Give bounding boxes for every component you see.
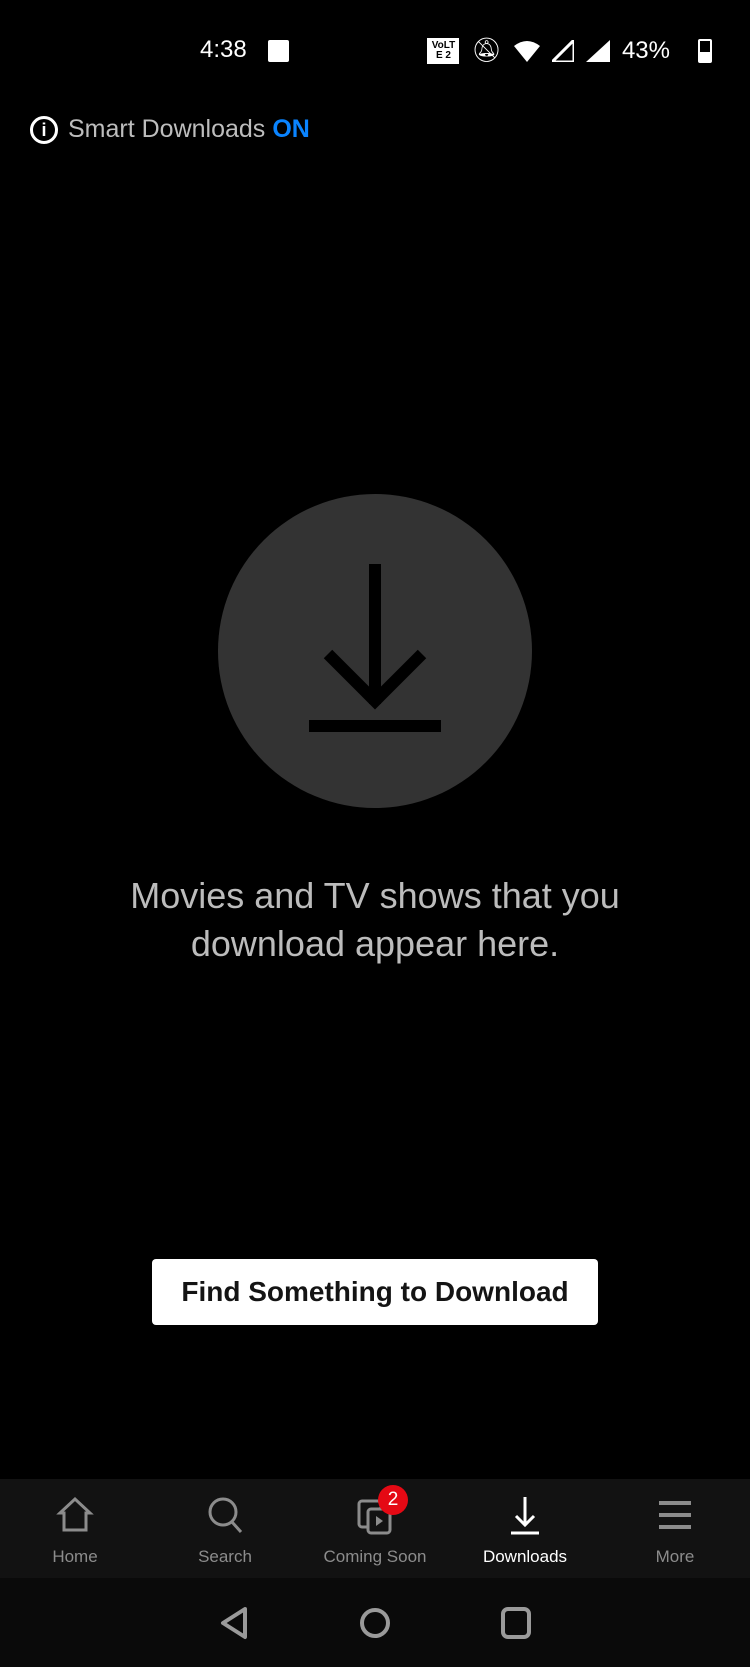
empty-message: Movies and TV shows that you download ap… <box>130 875 620 964</box>
search-icon <box>208 1497 243 1534</box>
back-icon[interactable] <box>219 1606 249 1640</box>
smart-downloads-toggle[interactable]: i Smart Downloads ON <box>30 115 310 144</box>
notification-icon <box>268 40 289 62</box>
bell-muted-icon: 🔕︎ <box>471 37 502 64</box>
home-icon <box>56 1496 94 1532</box>
download-icon <box>511 1497 539 1535</box>
notification-badge: 2 <box>378 1485 408 1515</box>
smart-downloads-state: ON <box>272 115 310 143</box>
menu-icon <box>659 1501 691 1529</box>
clock: 4:38 <box>200 36 247 63</box>
download-icon <box>309 564 441 732</box>
battery-icon <box>698 39 712 63</box>
download-illustration <box>218 494 532 808</box>
battery-level: 43% <box>621 36 670 64</box>
system-navigation-bar <box>0 1578 750 1667</box>
tab-downloads[interactable]: Downloads <box>450 1479 600 1578</box>
signal-icon <box>551 39 574 62</box>
find-something-button[interactable]: Find Something to Download <box>152 1259 598 1325</box>
smart-downloads-label: Smart Downloads <box>68 115 266 143</box>
volte-icon: VoLTE 2 <box>427 37 460 64</box>
home-button-icon[interactable] <box>359 1607 391 1639</box>
tab-search[interactable]: Search <box>150 1479 300 1578</box>
status-bar: 4:38 VoLTE 2 🔕︎ 43% <box>0 0 750 100</box>
tab-more[interactable]: More <box>600 1479 750 1578</box>
bottom-tab-bar: Home Search 2 Coming Soon Downloads More <box>0 1479 750 1578</box>
tab-coming-soon[interactable]: 2 Coming Soon <box>300 1479 450 1578</box>
signal-icon <box>585 39 610 62</box>
recents-icon[interactable] <box>501 1606 531 1639</box>
wifi-icon <box>513 40 540 62</box>
tab-home[interactable]: Home <box>0 1479 150 1578</box>
info-icon: i <box>30 115 58 144</box>
